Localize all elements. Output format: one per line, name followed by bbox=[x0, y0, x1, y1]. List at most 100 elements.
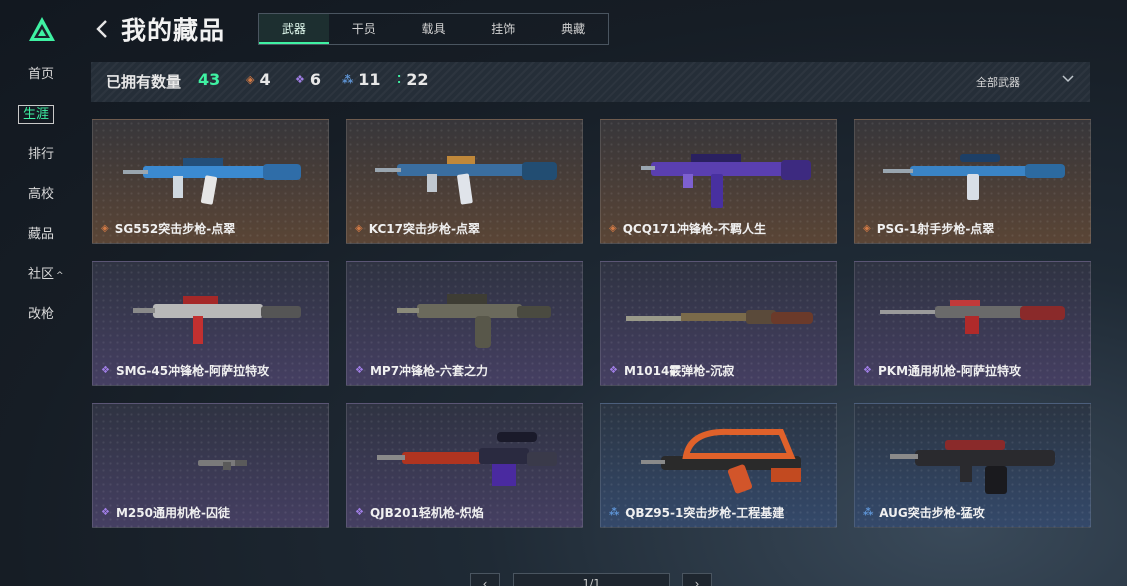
orange-diamond-icon: ◈ bbox=[863, 223, 871, 234]
tab-weapons[interactable]: 武器 bbox=[259, 14, 329, 44]
weapon-card[interactable]: ❖ MP7冲锋枪-六套之力 bbox=[346, 261, 583, 386]
weapon-image bbox=[883, 154, 1065, 200]
weapon-name: SG552突击步枪-点翠 bbox=[114, 222, 236, 236]
weapon-card-title: ◈ PSG-1射手步枪-点翠 bbox=[863, 220, 994, 237]
rarity-count-value: 6 bbox=[309, 70, 322, 89]
weapon-card[interactable]: ◈ SG552突击步枪-点翠 bbox=[92, 119, 329, 244]
weapon-card[interactable]: ◈ PSG-1射手步枪-点翠 bbox=[854, 119, 1091, 244]
sidebar-item-home[interactable]: 首页 bbox=[0, 62, 84, 102]
purple-diamond-icon: ❖ bbox=[295, 73, 305, 86]
weapon-image bbox=[641, 154, 811, 208]
weapon-card[interactable]: ❖ QJB201轻机枪-炽焰 bbox=[346, 403, 583, 528]
chevron-down-icon[interactable] bbox=[1061, 71, 1075, 85]
weapon-image bbox=[890, 440, 1055, 494]
weapon-card[interactable]: ⁂ QBZ95-1突击步枪-工程基建 bbox=[600, 403, 837, 528]
weapon-name: MP7冲锋枪-六套之力 bbox=[369, 364, 489, 378]
orange-diamond-icon: ◈ bbox=[246, 73, 255, 86]
weapon-image bbox=[123, 158, 301, 205]
weapon-name: SMG-45冲锋枪-阿萨拉特攻 bbox=[115, 364, 270, 378]
blue-diamond-icon: ⁂ bbox=[609, 507, 620, 518]
blue-diamond-icon: ⁂ bbox=[863, 507, 874, 518]
weapon-card-title: ⁂ AUG突击步枪-猛攻 bbox=[863, 504, 985, 521]
green-dots-icon: ⁚ bbox=[397, 73, 402, 86]
weapon-card-title: ❖ QJB201轻机枪-炽焰 bbox=[355, 504, 484, 521]
sidebar-item-label: 社区 bbox=[28, 267, 55, 282]
weapon-name: AUG突击步枪-猛攻 bbox=[879, 506, 985, 520]
weapon-name: KC17突击步枪-点翠 bbox=[368, 222, 480, 236]
weapon-card-title: ❖ MP7冲锋枪-六套之力 bbox=[355, 362, 488, 379]
tab-charms[interactable]: 挂饰 bbox=[468, 14, 538, 44]
purple-diamond-icon: ❖ bbox=[101, 507, 110, 518]
tab-vehicles[interactable]: 载具 bbox=[399, 14, 469, 44]
owned-summary-bar: 已拥有数量 43 ◈ 4 ❖ 6 ⁂ 11 ⁚ 22 全部武器 bbox=[91, 62, 1090, 102]
purple-diamond-icon: ❖ bbox=[609, 365, 618, 376]
owned-count-label: 已拥有数量 bbox=[106, 73, 182, 91]
purple-diamond-icon: ❖ bbox=[863, 365, 872, 376]
page-title: 我的藏品 bbox=[121, 16, 226, 45]
weapon-name: M250通用机枪-囚徒 bbox=[115, 506, 230, 520]
rarity-count-value: 22 bbox=[406, 70, 429, 89]
weapon-image bbox=[377, 432, 557, 486]
weapon-image bbox=[198, 460, 247, 470]
weapon-card[interactable]: ◈ QCQ171冲锋枪-不羁人生 bbox=[600, 119, 837, 244]
orange-diamond-icon: ◈ bbox=[101, 223, 109, 234]
weapon-card-title: ❖ PKM通用机枪-阿萨拉特攻 bbox=[863, 362, 1021, 379]
weapon-filter-select[interactable]: 全部武器 bbox=[976, 74, 1020, 90]
weapon-name: PKM通用机枪-阿萨拉特攻 bbox=[877, 364, 1021, 378]
app-logo-icon[interactable] bbox=[28, 16, 56, 42]
sidebar-item-community[interactable]: 社区 ^ bbox=[0, 262, 84, 302]
sidebar-item-label: 藏品 bbox=[28, 227, 55, 242]
weapon-card[interactable]: ❖ M250通用机枪-囚徒 bbox=[92, 403, 329, 528]
sidebar-item-university[interactable]: 高校 bbox=[0, 182, 84, 222]
weapon-image bbox=[397, 294, 551, 348]
prev-page-button[interactable]: ‹ bbox=[470, 573, 500, 586]
back-arrow-icon[interactable] bbox=[93, 14, 111, 44]
purple-diamond-icon: ❖ bbox=[355, 365, 364, 376]
weapon-card-title: ❖ M250通用机枪-囚徒 bbox=[101, 504, 230, 521]
rarity-count-green: ⁚ 22 bbox=[397, 70, 428, 89]
weapon-image bbox=[375, 156, 557, 205]
weapon-name: M1014霰弹枪-沉寂 bbox=[623, 364, 735, 378]
weapon-card-title: ⁂ QBZ95-1突击步枪-工程基建 bbox=[609, 504, 784, 521]
orange-diamond-icon: ◈ bbox=[609, 223, 617, 234]
orange-diamond-icon: ◈ bbox=[355, 223, 363, 234]
weapon-card-title: ◈ QCQ171冲锋枪-不羁人生 bbox=[609, 220, 766, 237]
weapon-name: PSG-1射手步枪-点翠 bbox=[876, 222, 995, 236]
chevron-up-icon: ^ bbox=[56, 271, 64, 281]
weapon-image bbox=[133, 296, 301, 344]
blue-diamond-icon: ⁂ bbox=[342, 73, 354, 86]
weapon-card-title: ❖ SMG-45冲锋枪-阿萨拉特攻 bbox=[101, 362, 269, 379]
owned-total-count: 43 bbox=[198, 70, 221, 89]
weapon-card-title: ◈ SG552突击步枪-点翠 bbox=[101, 220, 235, 237]
weapon-image bbox=[626, 310, 813, 324]
sidebar-item-label: 改枪 bbox=[28, 307, 55, 322]
page-indicator: 1/1 bbox=[513, 573, 670, 586]
rarity-count-value: 11 bbox=[358, 70, 381, 89]
rarity-count-blue: ⁂ 11 bbox=[342, 70, 381, 89]
weapon-name: QBZ95-1突击步枪-工程基建 bbox=[625, 506, 785, 520]
weapon-card[interactable]: ❖ PKM通用机枪-阿萨拉特攻 bbox=[854, 261, 1091, 386]
category-tabs: 武器 干员 载具 挂饰 典藏 bbox=[258, 13, 609, 45]
sidebar-nav: 首页 生涯 排行 高校 藏品 社区 ^ 改枪 bbox=[0, 62, 84, 342]
tab-collection[interactable]: 典藏 bbox=[538, 14, 608, 44]
sidebar-item-label: 排行 bbox=[28, 147, 55, 162]
weapon-card[interactable]: ⁂ AUG突击步枪-猛攻 bbox=[854, 403, 1091, 528]
weapon-card-title: ◈ KC17突击步枪-点翠 bbox=[355, 220, 480, 237]
chevron-right-icon: › bbox=[694, 577, 700, 586]
tab-operators[interactable]: 干员 bbox=[329, 14, 399, 44]
weapon-card[interactable]: ❖ M1014霰弹枪-沉寂 bbox=[600, 261, 837, 386]
purple-diamond-icon: ❖ bbox=[101, 365, 110, 376]
weapon-image bbox=[880, 300, 1065, 334]
sidebar-item-label: 首页 bbox=[28, 67, 55, 82]
next-page-button[interactable]: › bbox=[682, 573, 712, 586]
sidebar-item-career[interactable]: 生涯 bbox=[0, 102, 84, 142]
weapon-name: QJB201轻机枪-炽焰 bbox=[369, 506, 484, 520]
sidebar-item-ranking[interactable]: 排行 bbox=[0, 142, 84, 182]
weapon-card[interactable]: ◈ KC17突击步枪-点翠 bbox=[346, 119, 583, 244]
sidebar-item-collection[interactable]: 藏品 bbox=[0, 222, 84, 262]
chevron-left-icon: ‹ bbox=[482, 577, 488, 586]
rarity-count-purple: ❖ 6 bbox=[295, 70, 321, 89]
weapon-card[interactable]: ❖ SMG-45冲锋枪-阿萨拉特攻 bbox=[92, 261, 329, 386]
sidebar-item-label: 高校 bbox=[28, 187, 55, 202]
sidebar-item-gun-mod[interactable]: 改枪 bbox=[0, 302, 84, 342]
